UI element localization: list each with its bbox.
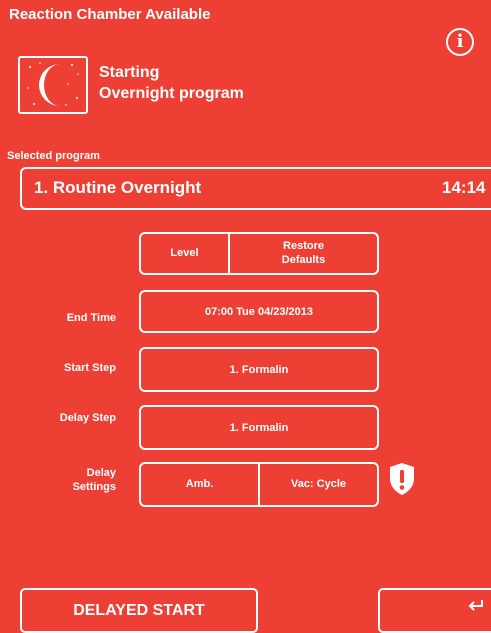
info-icon: i: [456, 31, 464, 52]
header-title: Reaction Chamber Available: [9, 6, 211, 23]
delay-ambient-button[interactable]: Amb.: [141, 464, 258, 505]
shield-warning-icon[interactable]: [388, 462, 416, 501]
status-line-1: Starting: [99, 64, 160, 81]
selected-program-label: Selected program: [7, 150, 100, 162]
status-line-2: Overnight program: [99, 85, 244, 102]
end-time-button[interactable]: 07:00 Tue 04/23/2013: [139, 290, 379, 333]
program-name: 1. Routine Overnight: [34, 178, 202, 197]
delayed-start-label: DELAYED START: [73, 601, 205, 619]
info-button[interactable]: i: [446, 28, 474, 56]
level-restore-group: Level Restore Defaults: [139, 232, 379, 275]
restore-defaults-button[interactable]: Restore Defaults: [228, 234, 377, 273]
program-duration: 14:14: [442, 178, 486, 197]
delay-settings-label: Delay Settings: [72, 467, 116, 493]
delay-vacuum-button[interactable]: Vac: Cycle: [258, 464, 377, 505]
delay-step-label: Delay Step: [59, 412, 116, 424]
delay-settings-group: Amb. Vac: Cycle: [139, 462, 379, 507]
level-button[interactable]: Level: [141, 234, 228, 273]
back-button[interactable]: [378, 588, 491, 633]
delay-step-button[interactable]: 1. Formalin: [139, 405, 379, 450]
delayed-start-button[interactable]: DELAYED START: [20, 588, 258, 633]
start-step-label: Start Step: [64, 362, 116, 374]
moon-icon: [18, 56, 88, 114]
return-arrow-icon: [468, 600, 483, 611]
start-step-button[interactable]: 1. Formalin: [139, 347, 379, 392]
end-time-label: End Time: [66, 312, 116, 324]
